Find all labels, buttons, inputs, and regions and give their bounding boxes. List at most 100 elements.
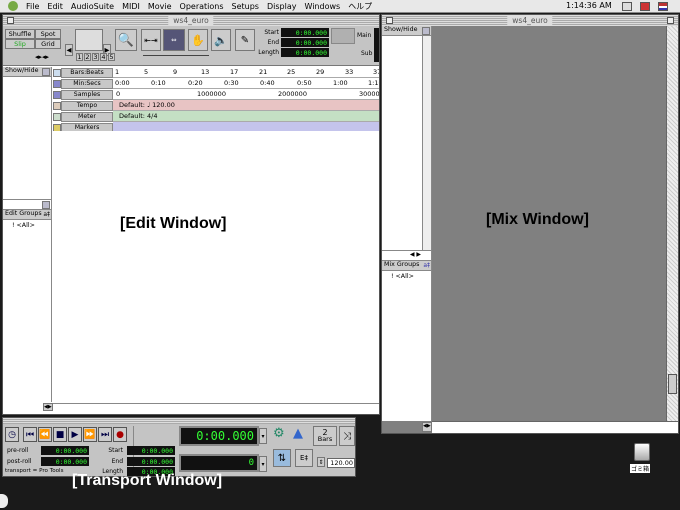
transport-titlebar[interactable] — [3, 418, 355, 424]
speaker-icon[interactable] — [622, 2, 632, 11]
go-to-end-icon[interactable]: ⏭ — [98, 427, 112, 442]
ruler-meter[interactable]: Meter — [61, 111, 113, 122]
desktop-drawer-tab[interactable] — [0, 494, 8, 508]
record-icon[interactable]: ● — [113, 427, 127, 442]
ruler-bars-beats[interactable]: Bars:Beats — [61, 67, 113, 78]
return-to-zero-icon[interactable]: ⏮ — [23, 427, 37, 442]
main-counter-menu-icon[interactable]: ▾ — [259, 428, 267, 444]
mix-zoom-box[interactable] — [667, 17, 674, 24]
zoom-presets[interactable] — [75, 29, 103, 51]
pencil-tool-icon[interactable]: ✎ — [235, 29, 255, 51]
mix-showhide-header[interactable]: Show/Hide — [382, 26, 431, 36]
minsecs-ruler-icon[interactable] — [53, 79, 61, 88]
meter-default[interactable]: Default: 4/4 — [119, 112, 157, 120]
scrubber-tool-icon[interactable]: 🔈 — [211, 29, 231, 51]
menu-edit[interactable]: Edit — [43, 2, 67, 11]
grabber-tool-icon[interactable]: ✋ — [188, 29, 208, 51]
smart-tool-bar[interactable] — [143, 55, 209, 61]
trash-label[interactable]: ゴミ箱 — [630, 464, 651, 473]
mix-track-scroll-arrows[interactable]: ◀ ▶ — [382, 250, 431, 261]
mix-hscroll[interactable] — [432, 421, 678, 433]
transport-start-field[interactable]: 0:00.000 — [127, 446, 175, 455]
showhide-menu-icon[interactable] — [42, 68, 50, 76]
mixgroups-header[interactable]: Mix Groups a‡ — [382, 261, 431, 271]
tempo-stepper-icon[interactable]: ⇕ — [317, 457, 325, 467]
sub-counter-menu-icon[interactable]: ▾ — [259, 456, 267, 472]
editgroups-menu-icon[interactable]: a‡ — [43, 211, 50, 218]
postroll-field[interactable]: 0:00.000 — [41, 457, 89, 466]
conductor-icon[interactable]: ⤨ — [339, 426, 355, 446]
edit-titlebar[interactable]: ws4_euro — [3, 15, 379, 26]
stop-icon[interactable]: ■ — [53, 427, 67, 442]
showhide-header[interactable]: Show/Hide — [3, 67, 51, 77]
track-list[interactable] — [3, 77, 51, 199]
bars-ruler-icon[interactable] — [53, 68, 61, 77]
nudge-arrows-icon[interactable]: ◂▸◂▸ — [35, 53, 49, 61]
mix-hscroll-left-icon[interactable]: ◀▶ — [422, 422, 432, 432]
menu-display[interactable]: Display — [263, 2, 301, 11]
mix-track-list[interactable] — [382, 36, 431, 250]
mix-showhide-menu-icon[interactable] — [422, 27, 430, 35]
zoom-preset-5[interactable]: 5 — [108, 53, 115, 61]
zoom-preset-3[interactable]: 3 — [92, 53, 99, 61]
menu-movie[interactable]: Movie — [144, 2, 176, 11]
group-all-item[interactable]: ! <All> — [3, 220, 51, 229]
zoomer-tool-icon[interactable]: 🔍 — [115, 29, 137, 51]
trimmer-tool-icon[interactable]: ⇤⇥ — [141, 29, 161, 51]
track-list-scroll[interactable] — [3, 199, 51, 210]
end-field[interactable]: 0:00.000 — [281, 38, 329, 47]
rewind-icon[interactable]: ⏪ — [38, 427, 52, 442]
fast-forward-icon[interactable]: ⏩ — [83, 427, 97, 442]
tempo-field[interactable]: 120.00 — [327, 458, 355, 468]
ruler-samples[interactable]: Samples — [61, 89, 113, 100]
slip-button[interactable]: Slip — [5, 39, 35, 49]
menu-setups[interactable]: Setups — [228, 2, 263, 11]
zoom-preset-1[interactable]: 1 — [76, 53, 83, 61]
selector-tool-icon[interactable]: ⇔ — [163, 29, 185, 51]
app-icon[interactable] — [640, 2, 650, 11]
menu-midi[interactable]: MIDI — [118, 2, 144, 11]
length-field[interactable]: 0:00.000 — [281, 48, 329, 57]
spot-button[interactable]: Spot — [35, 29, 61, 39]
zoom-preset-4[interactable]: 4 — [100, 53, 107, 61]
menu-audiosuite[interactable]: AudioSuite — [67, 2, 118, 11]
trash-icon[interactable] — [634, 443, 650, 461]
edit-hscroll[interactable] — [53, 403, 379, 413]
menu-clock[interactable]: 1:14:36 AM — [566, 1, 612, 10]
flag-icon[interactable] — [658, 2, 668, 11]
apple-menu-icon[interactable] — [8, 1, 18, 11]
samples-ruler-icon[interactable] — [53, 90, 61, 99]
meter-ruler-icon[interactable] — [53, 112, 61, 121]
arrow-left-icon[interactable]: ◀ — [65, 44, 73, 56]
grid-button[interactable]: Grid — [35, 39, 61, 49]
midi-merge-icon[interactable]: ⚙ — [273, 426, 289, 444]
mix-titlebar[interactable]: ws4_euro — [382, 15, 678, 26]
zoom-preset-2[interactable]: 2 — [84, 53, 91, 61]
preroll-field[interactable]: 0:00.000 — [41, 446, 89, 455]
menu-file[interactable]: File — [22, 2, 43, 11]
countoff-icon[interactable]: E‡ — [295, 449, 313, 467]
tempo-default[interactable]: Default: ♩ 120.00 — [119, 101, 175, 109]
wait-for-note-icon[interactable]: ⇅ — [273, 449, 291, 467]
track-area[interactable] — [53, 131, 379, 401]
transport-source-label[interactable]: transport = Pro Tools — [5, 468, 64, 474]
metronome-icon[interactable]: ▲ — [293, 426, 309, 444]
left-panel-scroll-icon[interactable]: ◀▶ — [43, 403, 53, 411]
mixgroups-menu-icon[interactable]: a‡ — [423, 262, 430, 269]
mix-vscroll-thumb[interactable] — [668, 374, 677, 394]
ruler-min-secs[interactable]: Min:Secs — [61, 78, 113, 89]
menu-windows[interactable]: Windows — [300, 2, 344, 11]
mix-track-vscroll[interactable] — [422, 36, 431, 250]
transport-end-field[interactable]: 0:00.000 — [127, 457, 175, 466]
mix-group-all-item[interactable]: ! <All> — [382, 271, 431, 280]
play-icon[interactable]: ▶ — [68, 427, 82, 442]
transport-main-counter[interactable]: 0:00.000 — [179, 426, 259, 446]
menu-operations[interactable]: Operations — [176, 2, 228, 11]
mix-close-box[interactable] — [386, 17, 393, 24]
menu-help[interactable]: ヘルプ — [344, 1, 376, 12]
shuffle-button[interactable]: Shuffle — [5, 29, 35, 39]
ruler-tempo[interactable]: Tempo — [61, 100, 113, 111]
close-box[interactable] — [7, 17, 14, 24]
editgroups-header[interactable]: Edit Groups a‡ — [3, 210, 51, 220]
mix-vscroll[interactable] — [666, 26, 678, 421]
